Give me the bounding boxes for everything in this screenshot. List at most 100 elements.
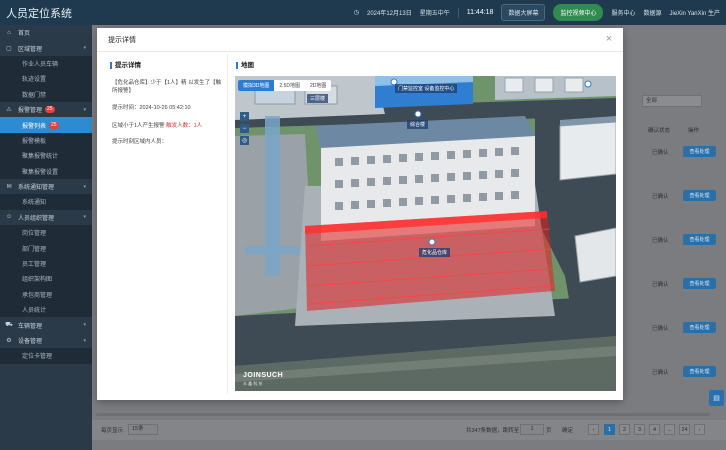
tab-2d-map[interactable]: 2D地图 bbox=[305, 80, 331, 91]
sidebar-item-label: 轨迹设置 bbox=[22, 77, 47, 84]
tab-3d-map[interactable]: 模拟3D地图 bbox=[238, 80, 275, 91]
jump-unit: 页 bbox=[546, 428, 552, 434]
jump-page-input[interactable]: 1 bbox=[520, 424, 544, 435]
sidebar-item-label: 人员组织管理 bbox=[18, 215, 55, 222]
row-status: 已确认 bbox=[652, 370, 669, 376]
service-center-link[interactable]: 服务中心 bbox=[611, 8, 635, 17]
header-weekday: 星期五中午 bbox=[419, 11, 450, 17]
user-icon: ☺ bbox=[5, 214, 13, 221]
page-24-button[interactable]: 24 bbox=[679, 424, 690, 435]
total-count: 共347条数据，跳转至 bbox=[466, 428, 520, 434]
view-handle-button[interactable]: 查看处理 bbox=[683, 234, 716, 245]
sidebar-item-label: 部门管理 bbox=[22, 246, 47, 253]
status-filter-select[interactable]: 全部 bbox=[642, 95, 702, 107]
map-label-main-building: 综合楼 bbox=[407, 120, 429, 129]
sidebar-item-15[interactable]: 员工管理 bbox=[0, 255, 92, 272]
modal-title: 提示详情 bbox=[97, 28, 623, 52]
sidebar-item-20[interactable]: ⚙ 设备管理 ▾ bbox=[0, 333, 92, 348]
alarm-count-badge: 25 bbox=[45, 106, 55, 114]
row-status: 已确认 bbox=[652, 238, 669, 244]
sidebar-item-label: 聚集报警设置 bbox=[22, 169, 59, 176]
floating-help-button[interactable]: ▤ bbox=[709, 390, 724, 406]
col-header-confirm: 确认状态 bbox=[648, 128, 671, 134]
page-1-button[interactable]: 1 bbox=[604, 424, 615, 435]
sidebar-item-10[interactable]: ✉ 系统通知管理 ▾ bbox=[0, 179, 92, 194]
compass-icon[interactable]: ◎ bbox=[240, 136, 249, 145]
jump-confirm-button[interactable]: 确定 bbox=[562, 426, 573, 434]
zoom-in-button[interactable]: + bbox=[240, 112, 249, 121]
data-screen-button[interactable]: 数据大屏幕 bbox=[501, 4, 546, 21]
sidebar-item-14[interactable]: 部门管理 bbox=[0, 240, 92, 256]
sidebar-item-21[interactable]: 定位卡管理 bbox=[0, 348, 92, 364]
sidebar-item-9[interactable]: 聚集报警设置 bbox=[0, 163, 92, 179]
device-icon: ⚙ bbox=[6, 338, 12, 344]
brand-logo-sub: 众 鑫 科 技 bbox=[243, 381, 263, 386]
view-handle-button[interactable]: 查看处理 bbox=[683, 146, 716, 157]
alarm-rule: 区域小于1人产生报警 触发人数：1人 bbox=[112, 122, 222, 130]
prev-page-button[interactable]: ‹ bbox=[588, 424, 599, 435]
sidebar-item-5[interactable]: ⚠ 报警管理 25 ▾ bbox=[0, 102, 92, 117]
sidebar-item-18[interactable]: 人员统计 bbox=[0, 302, 92, 318]
map-label-top-building: 门禁监控室 设备监控中心 bbox=[395, 84, 458, 93]
brand-logo: JOINSUCH bbox=[243, 372, 284, 379]
view-handle-button[interactable]: 查看处理 bbox=[683, 366, 716, 377]
next-page-button[interactable]: › bbox=[694, 424, 705, 435]
sidebar-item-3[interactable]: 轨迹设置 bbox=[0, 71, 92, 87]
detail-section-title: 提示详情 bbox=[110, 62, 141, 69]
sidebar-item-11[interactable]: 系统通知 bbox=[0, 194, 92, 210]
sidebar-item-4[interactable]: 数据门禁 bbox=[0, 86, 92, 102]
sidebar-item-17[interactable]: 承包商管理 bbox=[0, 286, 92, 303]
header-time: 11:44:18 bbox=[466, 9, 494, 16]
sidebar-item-8[interactable]: 聚集报警统计 bbox=[0, 148, 92, 164]
sidebar-item-16[interactable]: 组织架构图 bbox=[0, 271, 92, 287]
page-size-select[interactable]: 15条 bbox=[128, 424, 158, 435]
chevron-down-icon: ▾ bbox=[83, 45, 86, 52]
alarm-time: 提示时间：2024-10-26 05:42:10 bbox=[112, 105, 191, 111]
view-handle-button[interactable]: 查看处理 bbox=[683, 278, 716, 289]
sidebar-item-19[interactable]: ⛟ 车辆管理 ▾ bbox=[0, 317, 92, 332]
modal-divider bbox=[227, 54, 228, 394]
header-date: 2024年12月13日 bbox=[367, 11, 412, 17]
sidebar-item-12[interactable]: ☺ 人员组织管理 ▾ bbox=[0, 210, 92, 225]
sidebar-item-label: 区域管理 bbox=[18, 46, 43, 53]
chevron-down-icon: ▾ bbox=[83, 183, 86, 190]
page-2-button[interactable]: 2 bbox=[619, 424, 630, 435]
data-source-link[interactable]: 数据源 bbox=[644, 8, 662, 17]
sidebar-item-1[interactable]: ▢ 区域管理 ▾ bbox=[0, 40, 92, 55]
3d-map-view[interactable]: 模拟3D地图 2.5D地图 2D地图 + − ◎ 门禁监控室 设备监控中心 三层… bbox=[235, 76, 616, 391]
alarm-count-badge: 25 bbox=[49, 121, 59, 129]
sidebar-item-0[interactable]: ⌂ 首页 bbox=[0, 25, 92, 40]
chevron-down-icon: ▾ bbox=[83, 214, 86, 221]
sidebar-item-label: 首页 bbox=[18, 31, 31, 38]
sidebar-item-label: 数据门禁 bbox=[22, 92, 47, 99]
horizontal-scrollbar[interactable] bbox=[96, 413, 710, 416]
tab-25d-map[interactable]: 2.5D地图 bbox=[274, 80, 305, 91]
sidebar-item-6[interactable]: 报警列表 25 bbox=[0, 117, 92, 133]
sidebar-item-label: 设备管理 bbox=[18, 339, 43, 345]
pagination-bar: 每页显示 15条 共347条数据，跳转至 1 页 确定 bbox=[92, 420, 726, 440]
sidebar-item-label: 作业人员车辆 bbox=[22, 61, 59, 68]
sidebar-item-label: 岗位管理 bbox=[22, 231, 47, 238]
user-name[interactable]: JieXin YanXin 生产 bbox=[670, 8, 720, 17]
sidebar-item-label: 员工管理 bbox=[22, 262, 47, 269]
sidebar-item-label: 报警列表 bbox=[22, 123, 47, 130]
row-status: 已确认 bbox=[652, 326, 669, 332]
area-icon: ▢ bbox=[6, 45, 12, 52]
page-3-button[interactable]: 3 bbox=[634, 424, 645, 435]
chevron-down-icon: ▾ bbox=[83, 106, 86, 113]
page-ellipsis-button[interactable]: ... bbox=[664, 424, 675, 435]
sidebar-item-13[interactable]: 岗位管理 bbox=[0, 225, 92, 241]
close-icon[interactable]: × bbox=[603, 33, 615, 45]
sidebar-item-label: 系统通知管理 bbox=[18, 185, 55, 192]
sidebar-item-label: 聚集报警统计 bbox=[22, 154, 59, 161]
sidebar-item-label: 组织架构图 bbox=[22, 277, 53, 284]
sidebar-item-2[interactable]: 作业人员车辆 bbox=[0, 55, 92, 72]
view-handle-button[interactable]: 查看处理 bbox=[683, 322, 716, 333]
alarm-description: 【危化品仓库】少于【1人】精 以发生了【触 所报警】 bbox=[112, 80, 222, 94]
zoom-out-button[interactable]: − bbox=[240, 124, 249, 133]
video-center-button[interactable]: 监控视频中心 bbox=[553, 4, 604, 21]
view-handle-button[interactable]: 查看处理 bbox=[683, 190, 716, 201]
sidebar-item-7[interactable]: 报警模板 bbox=[0, 132, 92, 149]
home-icon: ⌂ bbox=[7, 29, 11, 36]
page-4-button[interactable]: 4 bbox=[649, 424, 660, 435]
